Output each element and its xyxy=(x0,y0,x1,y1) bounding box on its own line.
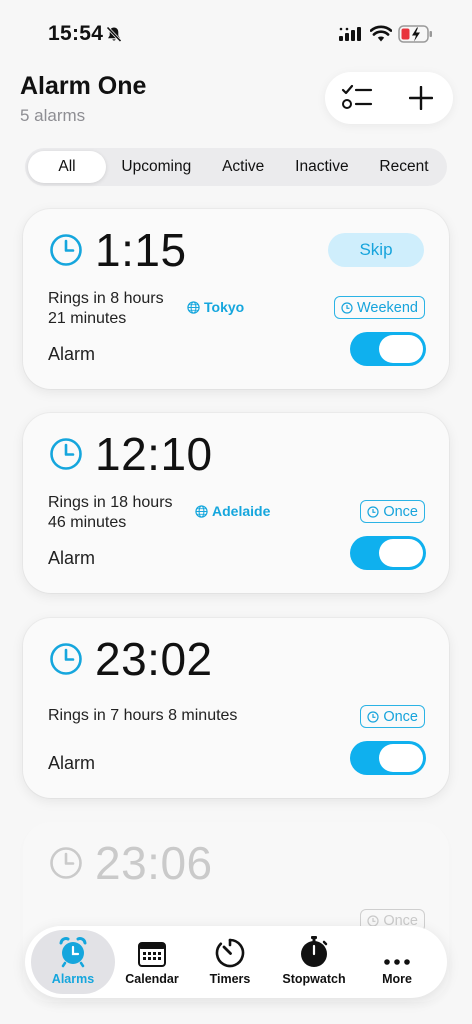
toggle-knob xyxy=(379,539,423,567)
battery-icon xyxy=(398,25,434,48)
repeat-badge: Weekend xyxy=(334,296,425,319)
alarm-label: Alarm xyxy=(48,548,96,568)
skip-button[interactable]: Skip xyxy=(328,233,424,267)
tab-label: Stopwatch xyxy=(282,972,346,986)
alarm-label: Alarm xyxy=(48,344,96,364)
alarm-card[interactable]: 12:10 Rings in 18 hours 46 minutes Adela… xyxy=(23,413,449,593)
tab-stopwatch[interactable]: Stopwatch xyxy=(272,930,356,994)
select-list-button[interactable] xyxy=(325,72,389,124)
rings-in-text: Rings in 8 hours 21 minutes xyxy=(48,289,164,329)
globe-icon xyxy=(187,300,200,314)
alarm-card[interactable]: 1:15 Skip Rings in 8 hours 21 minutes To… xyxy=(23,209,449,389)
tab-calendar[interactable]: Calendar xyxy=(110,930,194,994)
filter-active[interactable]: Active xyxy=(207,151,280,183)
filter-segmented-control: All Upcoming Active Inactive Recent xyxy=(25,148,447,186)
rings-in-text: Rings in 18 hours 46 minutes xyxy=(48,493,173,533)
rings-in-text: Rings in 7 hours 8 minutes xyxy=(48,707,238,724)
alarm-clock-icon xyxy=(59,937,87,968)
toggle-knob xyxy=(379,744,423,772)
calendar-icon xyxy=(138,942,166,967)
tab-timers[interactable]: Timers xyxy=(188,930,272,994)
repeat-label: Once xyxy=(383,503,418,520)
timezone-location: Adelaide xyxy=(195,503,270,519)
location-name: Tokyo xyxy=(204,299,245,315)
location-name: Adelaide xyxy=(212,503,271,519)
wifi-icon xyxy=(369,25,393,47)
clock-icon xyxy=(49,846,83,885)
alarm-count: 5 alarms xyxy=(20,106,86,125)
tab-label: Calendar xyxy=(125,972,179,986)
repeat-label: Weekend xyxy=(357,299,418,316)
rings-in-line1: Rings in 8 hours xyxy=(48,290,164,307)
alarm-time: 23:06 xyxy=(95,837,213,889)
tab-label: Timers xyxy=(209,972,251,986)
timer-icon xyxy=(215,938,245,968)
toggle-knob xyxy=(379,335,423,363)
globe-icon xyxy=(195,504,208,518)
tab-bar: Alarms Calendar Timers Stopwatch More xyxy=(25,926,447,998)
tab-label: Alarms xyxy=(51,972,95,986)
alarm-time: 12:10 xyxy=(95,428,213,480)
filter-all[interactable]: All xyxy=(28,151,106,183)
repeat-badge: Once xyxy=(360,500,425,523)
checklist-icon xyxy=(341,84,373,109)
bell-off-icon xyxy=(106,26,122,48)
clock-small-icon xyxy=(341,301,353,314)
more-dots-icon xyxy=(384,959,410,965)
repeat-label: Once xyxy=(383,708,418,725)
alarm-toggle[interactable] xyxy=(350,332,426,366)
rings-in-line2: 46 minutes xyxy=(48,514,127,531)
clock-small-icon xyxy=(367,914,379,927)
page-title: Alarm One xyxy=(20,72,147,100)
alarm-time: 1:15 xyxy=(95,224,187,276)
clock-small-icon xyxy=(367,505,379,518)
stopwatch-icon xyxy=(301,936,328,967)
alarm-toggle[interactable] xyxy=(350,741,426,775)
clock-icon xyxy=(49,233,83,272)
alarm-label: Alarm xyxy=(48,753,96,773)
timezone-location: Tokyo xyxy=(187,299,244,315)
alarm-time: 23:02 xyxy=(95,633,213,685)
status-bar: 15:54 xyxy=(0,0,472,70)
rings-in-line1: Rings in 18 hours xyxy=(48,494,173,511)
alarm-card[interactable]: 23:02 Rings in 7 hours 8 minutes Once Al… xyxy=(23,618,449,798)
tab-more[interactable]: More xyxy=(355,930,439,994)
clock-icon xyxy=(49,642,83,681)
clock-icon xyxy=(49,437,83,476)
status-time: 15:54 xyxy=(48,22,104,45)
alarm-toggle[interactable] xyxy=(350,536,426,570)
add-alarm-button[interactable] xyxy=(389,72,453,124)
filter-upcoming[interactable]: Upcoming xyxy=(106,151,207,183)
plus-icon xyxy=(409,86,433,110)
header-actions xyxy=(325,72,453,124)
tab-label: More xyxy=(382,972,412,986)
repeat-badge: Once xyxy=(360,705,425,728)
rings-in-line2: 21 minutes xyxy=(48,310,127,327)
filter-inactive[interactable]: Inactive xyxy=(280,151,364,183)
signal-icon xyxy=(339,27,363,46)
tab-alarms[interactable]: Alarms xyxy=(31,930,115,994)
filter-recent[interactable]: Recent xyxy=(364,151,444,183)
clock-small-icon xyxy=(367,710,379,723)
